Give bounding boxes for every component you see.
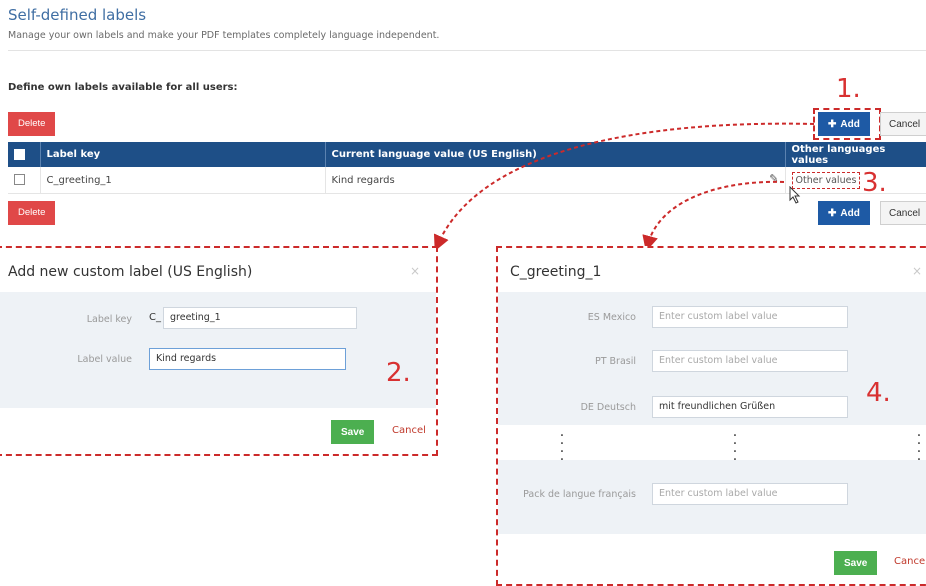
label-value-input[interactable]: Kind regards [149,348,346,370]
close-icon[interactable]: × [410,264,420,278]
label-value-label: Label value [77,354,132,365]
arrow-to-values-dialog [642,180,785,252]
field-label-de-deutsch: DE Deutsch [580,402,636,413]
save-button[interactable]: Save [834,551,878,575]
values-dialog-title: C_greeting_1 [510,264,602,280]
label-key-prefix: C_ [149,312,161,323]
save-button[interactable]: Save [331,420,375,444]
es-mexico-input[interactable]: Enter custom label value [652,306,848,328]
field-label-french: Pack de langue français [523,489,636,500]
pt-brasil-input[interactable]: Enter custom label value [652,350,848,372]
de-deutsch-input[interactable]: mit freundlichen Grüßen [652,396,848,418]
values-dialog-body-top: ES Mexico Enter custom label value PT Br… [498,292,926,425]
field-label-pt-brasil: PT Brasil [594,356,636,367]
label-key-input[interactable]: greeting_1 [163,307,357,329]
close-icon[interactable]: × [912,264,922,278]
language-values-dialog: C_greeting_1 × ES Mexico Enter custom la… [496,246,926,586]
cancel-link[interactable]: Cancel [392,425,426,436]
french-input[interactable]: Enter custom label value [652,483,848,505]
add-label-dialog: Add new custom label (US English) × Labe… [0,246,438,456]
field-label-es-mexico: ES Mexico [587,312,636,323]
values-dialog-body-bottom: Pack de langue français Enter custom lab… [498,460,926,534]
add-dialog-title: Add new custom label (US English) [8,264,253,280]
add-dialog-body: Label key C_ greeting_1 Label value Kind… [0,292,436,408]
cancel-link[interactable]: Cancel [894,556,926,567]
step-4-marker: 4. [866,378,891,408]
arrow-to-add-dialog [433,122,815,252]
label-key-label: Label key [86,314,132,325]
step-2-marker: 2. [386,358,411,388]
